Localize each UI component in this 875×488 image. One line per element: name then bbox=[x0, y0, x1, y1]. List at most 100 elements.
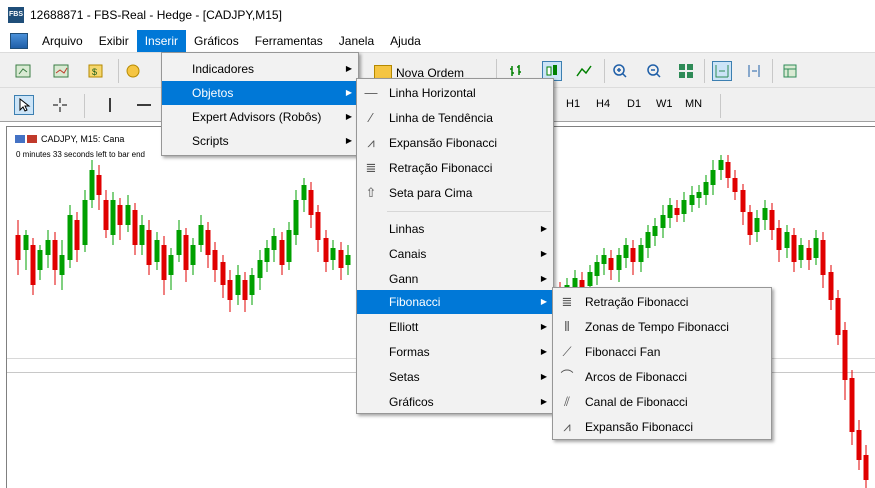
menu-item-label: Canal de Fibonacci bbox=[585, 395, 688, 409]
candle-body bbox=[681, 200, 687, 214]
submenu-arrow-icon: ▶ bbox=[540, 297, 547, 306]
menu-item-indicadores[interactable]: Indicadores ▶ bbox=[162, 57, 358, 81]
fibo-retracement-icon: ≣ bbox=[365, 160, 377, 175]
candle-body bbox=[806, 248, 812, 260]
candle-body bbox=[125, 205, 131, 225]
fibo-expansion-icon: ⩘ bbox=[563, 419, 571, 434]
menu-item-label: Expert Advisors (Robôs) bbox=[192, 110, 322, 124]
menu-item-label: Expansão Fibonacci bbox=[389, 136, 498, 150]
candle-body bbox=[301, 185, 307, 200]
menu-item-label: Formas bbox=[389, 345, 430, 359]
menu-item-label: Linhas bbox=[389, 222, 425, 236]
submenu-arrow-icon: ▶ bbox=[345, 88, 352, 97]
candle-body bbox=[587, 272, 593, 286]
menu-item-expert-advisors[interactable]: Expert Advisors (Robôs) ▶ bbox=[162, 105, 358, 129]
candle-body bbox=[710, 170, 716, 185]
submenu-arrow-icon: ▶ bbox=[540, 224, 547, 233]
menu-item-label: Elliott bbox=[389, 320, 419, 334]
menu-item-fib-expansao[interactable]: ⩘ Expansão Fibonacci bbox=[553, 415, 771, 439]
candle-body bbox=[23, 235, 29, 250]
menu-item-elliott[interactable]: Elliott ▶ bbox=[357, 315, 553, 339]
candle-body bbox=[132, 210, 138, 245]
bar-countdown: 0 minutes 33 seconds left to bar end bbox=[16, 150, 145, 159]
fibo-fan-icon: ⟋ bbox=[562, 344, 572, 359]
candle-body bbox=[849, 378, 855, 432]
candle-body bbox=[96, 175, 102, 195]
menu-item-linhas[interactable]: Linhas ▶ bbox=[357, 217, 553, 241]
menu-item-linha-horizontal[interactable]: — Linha Horizontal bbox=[357, 81, 553, 105]
candle-body bbox=[15, 235, 21, 260]
candle-body bbox=[82, 200, 88, 245]
menu-item-expansao-fibonacci[interactable]: ⩘ Expansão Fibonacci bbox=[357, 131, 553, 155]
candle-body bbox=[747, 212, 753, 235]
candle-body bbox=[242, 280, 248, 300]
menu-item-gann[interactable]: Gann ▶ bbox=[357, 267, 553, 291]
menu-item-graficos[interactable]: Gráficos ▶ bbox=[357, 390, 553, 414]
candle-body bbox=[813, 238, 819, 258]
chart-symbol-label: CADJPY, M15: Cana bbox=[15, 134, 124, 144]
candle-body bbox=[638, 245, 644, 262]
candle-body bbox=[776, 228, 782, 250]
candle-body bbox=[117, 205, 123, 225]
candle-body bbox=[630, 248, 636, 262]
candle-body bbox=[264, 248, 270, 262]
trendline-icon: ⁄ bbox=[369, 110, 373, 125]
menu-item-scripts[interactable]: Scripts ▶ bbox=[162, 129, 358, 153]
candle-body bbox=[718, 160, 724, 170]
fibo-expansion-icon: ⩘ bbox=[367, 135, 375, 150]
candle-body bbox=[608, 258, 614, 270]
fibonacci-menu: ≣ Retração Fibonacci ⦀ Zonas de Tempo Fi… bbox=[552, 287, 772, 440]
candle-body bbox=[623, 245, 629, 258]
chart-icon bbox=[27, 135, 37, 143]
menu-item-label: Gann bbox=[389, 272, 419, 286]
menu-item-linha-tendencia[interactable]: ⁄ Linha de Tendência bbox=[357, 106, 553, 130]
candle-body bbox=[146, 230, 152, 265]
chart-icon bbox=[15, 135, 25, 143]
fibo-arcs-icon: ⌒ bbox=[560, 369, 574, 384]
menu-item-label: Fibonacci bbox=[389, 295, 441, 309]
candle-body bbox=[689, 195, 695, 205]
menu-item-label: Setas bbox=[389, 370, 420, 384]
candle-body bbox=[271, 236, 277, 250]
menu-item-formas[interactable]: Formas ▶ bbox=[357, 340, 553, 364]
candle-body bbox=[703, 182, 709, 195]
menu-item-setas[interactable]: Setas ▶ bbox=[357, 365, 553, 389]
candle-body bbox=[227, 280, 233, 300]
menu-item-label: Retração Fibonacci bbox=[389, 161, 493, 175]
candle-body bbox=[74, 220, 80, 250]
menu-item-fib-canal[interactable]: ⫽ Canal de Fibonacci bbox=[553, 390, 771, 414]
candle-body bbox=[330, 248, 336, 260]
candle-body bbox=[762, 208, 768, 220]
candle-body bbox=[279, 240, 285, 265]
menu-item-fibonacci[interactable]: Fibonacci ▶ bbox=[357, 290, 553, 314]
menu-item-label: Seta para Cima bbox=[389, 186, 473, 200]
menu-item-retracao-fibonacci[interactable]: ≣ Retração Fibonacci bbox=[357, 156, 553, 180]
candle-body bbox=[338, 250, 344, 268]
insert-menu: Indicadores ▶ Objetos ▶ Expert Advisors … bbox=[161, 52, 359, 156]
candle-body bbox=[257, 260, 263, 278]
candle-body bbox=[820, 240, 826, 275]
menu-item-label: Objetos bbox=[192, 86, 234, 100]
candle-body bbox=[315, 212, 321, 240]
submenu-arrow-icon: ▶ bbox=[540, 249, 547, 258]
candle-body bbox=[308, 190, 314, 215]
candle-body bbox=[601, 255, 607, 264]
fibo-timezones-icon: ⦀ bbox=[564, 319, 570, 334]
candle-body bbox=[616, 255, 622, 270]
submenu-arrow-icon: ▶ bbox=[540, 372, 547, 381]
candle-body bbox=[828, 272, 834, 300]
menu-item-canais[interactable]: Canais ▶ bbox=[357, 242, 553, 266]
candle-body bbox=[674, 208, 680, 215]
menu-item-fib-fan[interactable]: ⟋ Fibonacci Fan bbox=[553, 340, 771, 364]
menu-item-label: Linha Horizontal bbox=[389, 86, 476, 100]
menu-item-fib-retracao[interactable]: ≣ Retração Fibonacci bbox=[553, 290, 771, 314]
menu-item-seta-para-cima[interactable]: ⇧ Seta para Cima bbox=[357, 181, 553, 205]
menu-item-objetos[interactable]: Objetos ▶ bbox=[162, 81, 358, 105]
menu-item-fib-arcos[interactable]: ⌒ Arcos de Fibonacci bbox=[553, 365, 771, 389]
menu-item-fib-zonas-tempo[interactable]: ⦀ Zonas de Tempo Fibonacci bbox=[553, 315, 771, 339]
candle-body bbox=[323, 238, 329, 262]
submenu-arrow-icon: ▶ bbox=[345, 136, 352, 145]
candle-body bbox=[176, 230, 182, 255]
candle-body bbox=[696, 192, 702, 198]
candle-body bbox=[37, 250, 43, 270]
